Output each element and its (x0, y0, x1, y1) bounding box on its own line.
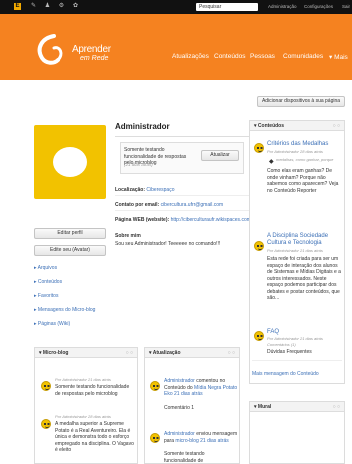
location-label: Localização: (115, 187, 146, 193)
tag-icon: ◆ (269, 159, 274, 165)
content-meta: Por Administrador 28 dias atrás (267, 149, 323, 154)
update-extra: Comentário 1 (164, 405, 195, 411)
nav-more[interactable]: ▾ Mais (329, 53, 348, 61)
update-item: Administrador comentou no Conteúdo do Mí… (164, 378, 238, 397)
edit-icon[interactable]: ✎ (30, 3, 37, 10)
location-value: Ciberespaço (146, 187, 175, 193)
microblog-body: Somente testando funcionalidade de respo… (55, 384, 130, 397)
edit-profile-button[interactable]: Editar perfil (34, 228, 106, 239)
nav-people[interactable]: Pessoas (250, 53, 275, 60)
menu-files[interactable]: ▸ Arquivos (34, 265, 57, 272)
friends-icon[interactable]: ♟ (44, 3, 51, 10)
smiley-avatar-icon (41, 419, 51, 429)
email-value[interactable]: cibercultura.ufrr@gmail.com (161, 202, 224, 208)
smiley-avatar-icon (254, 241, 264, 251)
status-time: (21 dias atrás) (124, 162, 153, 167)
settings-icon[interactable]: ⚙ (58, 3, 65, 10)
contents-widget-title[interactable]: ▾ Conteúdos (254, 123, 284, 129)
content-comments[interactable]: Comentários (1) (267, 342, 296, 349)
microblog-meta: Por Administrador 21 dias atrás (55, 377, 111, 382)
profile-name: Administrador (115, 122, 170, 131)
content-title[interactable]: Critérios das Medalhas (267, 141, 343, 148)
update-item: Administrador enviou mensagem para micro… (164, 431, 238, 444)
logout-link[interactable]: Sair (342, 3, 350, 11)
about-label: Sobre mim (115, 233, 141, 239)
microblog-body: A medalha superior a Supreme Potato é a … (55, 421, 134, 453)
menu-contents[interactable]: ▸ Conteúdos (34, 279, 62, 286)
smiley-avatar-icon (41, 381, 51, 391)
website-value[interactable]: http://ciberculturaufr.wikispaces.com (171, 217, 251, 223)
widget-controls-icon[interactable]: ○ ○ (126, 348, 133, 358)
menu-favorites[interactable]: ▸ Favoritos (34, 293, 58, 300)
microblog-meta: Por Administrador 28 dias atrás (55, 414, 111, 419)
content-body: Dúvidas Frequentes (267, 349, 312, 355)
content-title[interactable]: A Disciplina Sociedade Cultura e Tecnolo… (267, 233, 343, 246)
add-devices-button[interactable]: Adicionar dispositivos à sua página (257, 96, 345, 107)
search-input[interactable]: Pesquisar (196, 3, 258, 11)
nav-contents[interactable]: Conteúdos (214, 53, 245, 60)
content-title[interactable]: FAQ (267, 329, 279, 336)
updates-widget: ▾ Atualização ○ ○ Administrador comentou… (144, 347, 240, 464)
wall-widget-title[interactable]: ▾ Mural (254, 404, 271, 410)
site-header: Aprender em Rede Atualizações Conteúdos … (0, 14, 352, 80)
microblog-widget-title[interactable]: ▾ Micro-blog (39, 350, 68, 356)
smiley-avatar-icon (150, 433, 160, 443)
avatar[interactable] (34, 125, 106, 199)
widget-controls-icon[interactable]: ○ ○ (333, 402, 340, 412)
gear-icon[interactable]: ✿ (72, 3, 79, 10)
nav-updates[interactable]: Atualizações (172, 53, 209, 60)
edit-avatar-button[interactable]: Edite seu (Avatar) (34, 245, 106, 256)
logo-text: Aprender (72, 44, 111, 55)
wall-widget: ▾ Mural ○ ○ (249, 401, 345, 464)
top-bar: E ✎ ♟ ⚙ ✿ Pesquisar Administração Config… (0, 0, 352, 14)
smiley-avatar-icon (150, 381, 160, 391)
smiley-avatar-icon (254, 331, 264, 341)
update-status-button[interactable]: Atualizar (201, 150, 239, 161)
admin-link[interactable]: Administração (268, 3, 297, 11)
content-tags[interactable]: medalhas, como ganhar, porque (276, 157, 333, 164)
logo-subtext: em Rede (80, 55, 109, 62)
email-label: Contato por email: (115, 202, 160, 208)
more-contents-link[interactable]: Mais mensagem do Conteúdo (252, 371, 319, 378)
about-value: Sou seu Administrador! Teeeeee no comand… (115, 241, 221, 247)
status-box: Somente testando funcionalidade de respo… (120, 142, 244, 174)
content-meta: Por Administrador 21 dias atrás (267, 248, 323, 253)
smiley-avatar-icon (254, 143, 264, 153)
contents-widget: ▾ Conteúdos ○ ○ Critérios das Medalhas P… (249, 120, 345, 384)
updates-widget-title[interactable]: ▾ Atualização (149, 350, 181, 356)
update-extra: Somente testando funcionalidade de (164, 451, 205, 464)
settings-link[interactable]: Configurações (304, 3, 333, 11)
menu-wiki[interactable]: ▸ Páginas (Wiki) (34, 321, 70, 328)
website-label: Página WEB (website): (115, 217, 170, 223)
menu-microblog[interactable]: ▸ Mensagens do Micro-blog (34, 307, 95, 314)
widget-controls-icon[interactable]: ○ ○ (333, 121, 340, 131)
widget-controls-icon[interactable]: ○ ○ (228, 348, 235, 358)
microblog-widget: ▾ Micro-blog ○ ○ Por Administrador 21 di… (34, 347, 138, 464)
content-body: Esta rede foi criada para ser um espaço … (267, 256, 341, 301)
elgg-logo-icon[interactable]: E (14, 3, 21, 10)
nav-communities[interactable]: Comunidades (283, 53, 323, 60)
content-body: Como elas eram ganhas? De onde vinham? P… (267, 168, 339, 194)
